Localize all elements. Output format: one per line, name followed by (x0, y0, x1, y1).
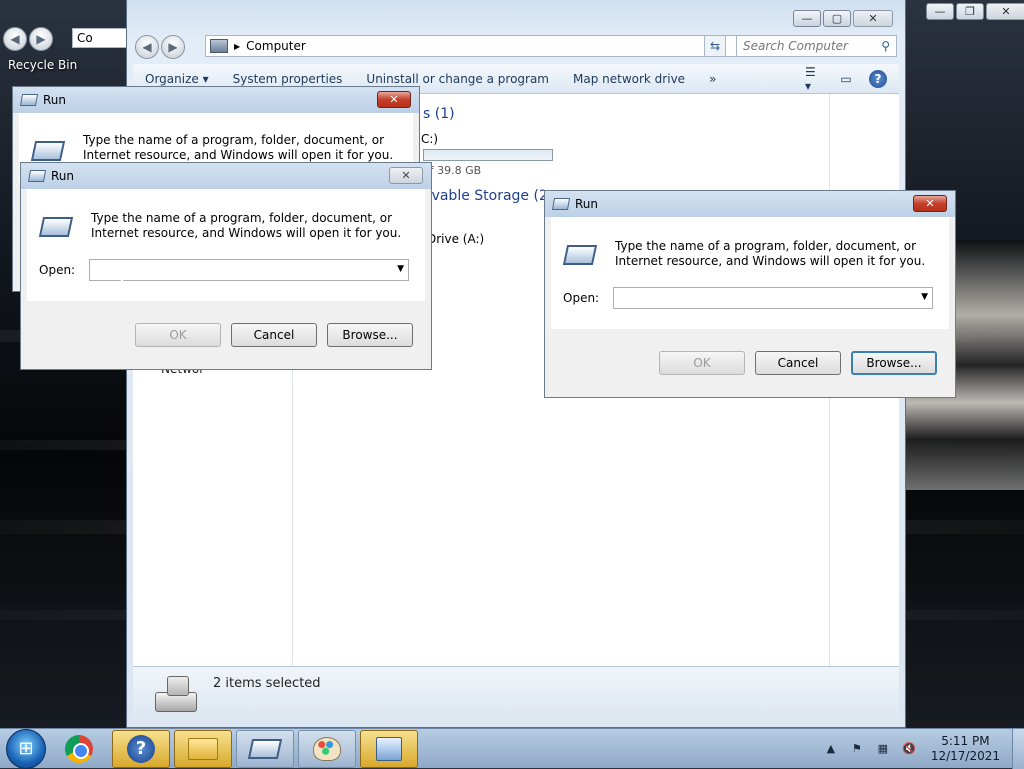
removable-storage-group-header[interactable]: ovable Storage (2 (423, 188, 548, 204)
show-desktop-button[interactable] (1012, 728, 1024, 769)
run-description: Type the name of a program, folder, docu… (615, 239, 926, 268)
background-explorer-window: ◀ ▶ Co Recycle Bin (0, 0, 142, 85)
run-description: Type the name of a program, folder, docu… (83, 133, 394, 162)
run-dialog-title: Run (43, 93, 67, 107)
chevron-down-icon[interactable]: ▼ (397, 264, 404, 274)
run-dialog-title: Run (51, 169, 75, 183)
run-dialog-titlebar[interactable]: Run (545, 191, 955, 217)
computer-icon (210, 39, 228, 53)
uninstall-program-button[interactable]: Uninstall or change a program (354, 72, 561, 86)
address-text: Co (77, 31, 93, 45)
run-description: Type the name of a program, folder, docu… (91, 211, 402, 240)
run-icon (19, 94, 39, 106)
open-label: Open: (39, 263, 76, 277)
search-icon[interactable]: ⚲ (881, 39, 890, 53)
close-icon[interactable]: ✕ (389, 167, 423, 184)
chevron-down-icon[interactable]: ▼ (921, 292, 928, 302)
volume-muted-icon[interactable]: 🔇 (901, 741, 917, 757)
run-dialog-titlebar[interactable]: Run (21, 163, 431, 189)
forward-arrow-icon[interactable]: ▶ (29, 27, 53, 51)
run-dialog-content: Type the name of a program, folder, docu… (27, 189, 425, 301)
explorer-caption-buttons: — ▢ ✕ (793, 10, 893, 27)
run-icon (562, 245, 598, 265)
taskbar: ⊞ ? ▲ ⚑ ▦ 🔇 5:11 PM 12/17/2021 (0, 728, 1024, 769)
cancel-button[interactable]: Cancel (755, 351, 841, 375)
open-input[interactable]: ▼ (613, 287, 933, 309)
control-panel-taskbar-button[interactable] (360, 729, 418, 768)
breadcrumb-computer[interactable]: Computer (246, 39, 306, 53)
chrome-taskbar-button[interactable] (50, 730, 108, 768)
drive-icon (153, 674, 199, 716)
system-clock[interactable]: 5:11 PM 12/17/2021 (927, 734, 1004, 764)
preview-pane-icon[interactable]: ▭ (837, 71, 855, 87)
explorer-nav-buttons: ◀ ▶ (135, 35, 185, 59)
drive-a-item[interactable]: Drive (A:) (427, 232, 484, 246)
system-properties-button[interactable]: System properties (221, 72, 355, 86)
minimize-icon[interactable]: — (926, 3, 954, 20)
browse-button[interactable]: Browse... (327, 323, 413, 347)
run-taskbar-button[interactable] (236, 729, 294, 768)
window-caption-buttons: — ❐ ✕ (926, 3, 1024, 20)
change-view-icon[interactable]: ☰ ▾ (805, 65, 823, 93)
network-icon[interactable]: ▦ (875, 741, 891, 757)
run-dialog-left: Run ✕ Type the name of a program, folder… (20, 162, 432, 370)
ok-button[interactable]: OK (135, 323, 221, 347)
refresh-icon[interactable]: ⇆ (704, 35, 726, 57)
run-dialog-buttons: OK Cancel Browse... (135, 323, 413, 347)
map-network-drive-button[interactable]: Map network drive (561, 72, 697, 86)
open-label: Open: (563, 291, 600, 305)
hard-disk-group-header[interactable]: s (1) (423, 106, 455, 122)
system-tray: ▲ ⚑ ▦ 🔇 5:11 PM 12/17/2021 (823, 734, 1012, 764)
restore-icon[interactable]: ❐ (956, 3, 984, 20)
run-dialog-right: Run ✕ Type the name of a program, folder… (544, 190, 956, 398)
close-icon[interactable]: ✕ (853, 10, 893, 27)
paint-taskbar-button[interactable] (298, 729, 356, 768)
help-taskbar-button[interactable]: ? (112, 729, 170, 768)
action-center-flag-icon[interactable]: ⚑ (849, 741, 865, 757)
open-input[interactable]: ▼ (89, 259, 409, 281)
run-dialog-content: Type the name of a program, folder, docu… (551, 217, 949, 329)
organize-button[interactable]: Organize ▾ (133, 72, 221, 86)
run-dialog-title: Run (575, 197, 599, 211)
clock-time: 5:11 PM (941, 733, 990, 748)
back-arrow-icon[interactable]: ◀ (3, 27, 27, 51)
chrome-icon (65, 734, 93, 763)
control-panel-icon (376, 736, 402, 761)
recycle-bin-label[interactable]: Recycle Bin (8, 58, 77, 72)
show-hidden-icons-icon[interactable]: ▲ (823, 741, 839, 757)
maximize-icon[interactable]: ▢ (823, 10, 851, 27)
help-icon: ? (127, 734, 155, 763)
run-icon (247, 738, 283, 759)
close-icon[interactable]: ✕ (986, 3, 1024, 20)
close-icon[interactable]: ✕ (913, 195, 947, 212)
back-nav-buttons: ◀ ▶ (3, 27, 53, 51)
paint-icon (313, 736, 341, 761)
cancel-button[interactable]: Cancel (231, 323, 317, 347)
minimize-icon[interactable]: — (793, 10, 821, 27)
close-icon[interactable]: ✕ (377, 91, 411, 108)
explorer-taskbar-button[interactable] (174, 729, 232, 768)
run-dialog-buttons: OK Cancel Browse... (659, 351, 937, 375)
drive-c-capacity-bar (423, 149, 553, 161)
back-arrow-icon[interactable]: ◀ (135, 35, 159, 59)
breadcrumb-arrow-icon[interactable]: ▶ (234, 42, 240, 51)
ok-button[interactable]: OK (659, 351, 745, 375)
drive-c-label[interactable]: C:) (421, 132, 438, 146)
details-status-bar: 2 items selected (133, 666, 899, 722)
run-dialog-titlebar[interactable]: Run (13, 87, 419, 113)
help-icon[interactable]: ? (869, 69, 887, 88)
search-input[interactable]: Search Computer ⚲ (736, 35, 897, 57)
file-explorer-icon (188, 737, 218, 760)
more-commands-button[interactable]: » (697, 72, 728, 86)
run-icon (551, 198, 571, 210)
clock-date: 12/17/2021 (930, 748, 1000, 763)
browse-button[interactable]: Browse... (851, 351, 937, 375)
run-icon (30, 141, 66, 161)
forward-arrow-icon[interactable]: ▶ (161, 35, 185, 59)
run-icon (27, 170, 47, 182)
search-placeholder: Search Computer (743, 39, 848, 53)
run-icon (38, 217, 74, 237)
start-button[interactable]: ⊞ (6, 728, 46, 769)
selection-status-text: 2 items selected (213, 676, 321, 691)
